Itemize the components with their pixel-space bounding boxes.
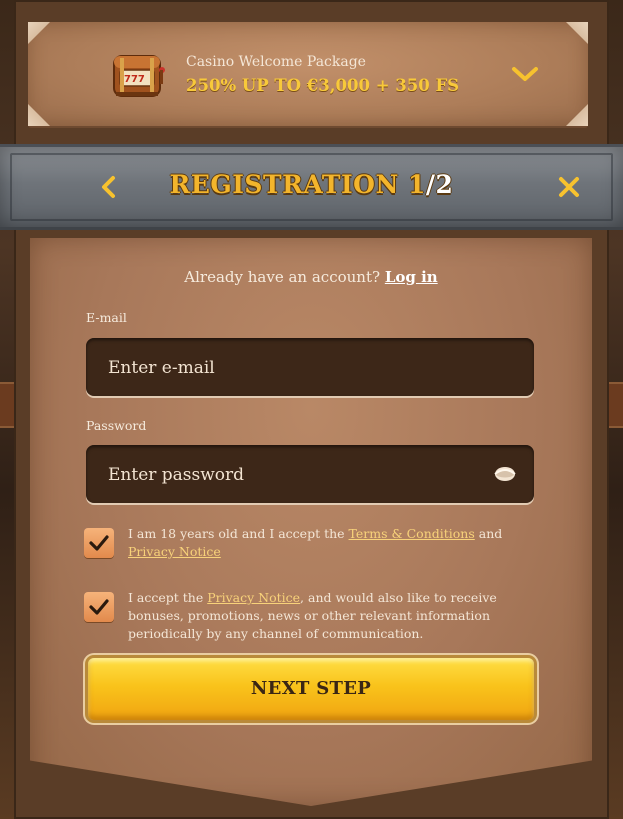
page-title: REGISTRATION 1/2	[0, 170, 623, 199]
checkmark-icon	[89, 599, 109, 615]
have-account-line: Already have an account? Log in	[30, 268, 592, 286]
terms-conditions-link[interactable]: Terms & Conditions	[349, 526, 475, 541]
paper-corner	[566, 104, 588, 126]
terms-text-mid: and	[474, 526, 503, 541]
password-field-container	[86, 445, 534, 505]
slot-chest-icon: 777	[113, 55, 165, 97]
paper-corner	[566, 22, 588, 44]
paper-corner	[28, 22, 50, 44]
promo-offer: 250% UP TO €3,000 + 350 FS	[186, 76, 460, 95]
checkmark-icon	[89, 535, 109, 551]
close-icon[interactable]	[556, 173, 582, 201]
welcome-package-banner[interactable]: 777 Casino Welcome Package 250% UP TO €3…	[28, 22, 588, 126]
chevron-down-icon[interactable]	[510, 62, 540, 86]
marketing-consent-text: I accept the Privacy Notice, and would a…	[128, 589, 548, 643]
have-account-text: Already have an account?	[184, 268, 381, 286]
page-title-text: REGISTRATION 1	[169, 170, 426, 199]
privacy-notice-link[interactable]: Privacy Notice	[128, 544, 221, 559]
terms-checkbox[interactable]	[84, 528, 114, 558]
marketing-text-start: I accept the	[128, 590, 208, 605]
registration-header: REGISTRATION 1/2	[0, 144, 623, 230]
login-link[interactable]: Log in	[385, 268, 438, 286]
password-label: Password	[86, 418, 147, 433]
terms-consent-text: I am 18 years old and I accept the Terms…	[128, 525, 548, 561]
next-step-button[interactable]: NEXT STEP	[88, 658, 534, 720]
svg-text:777: 777	[124, 74, 145, 85]
email-field-container	[86, 338, 534, 398]
marketing-checkbox[interactable]	[84, 592, 114, 622]
privacy-notice-link-2[interactable]: Privacy Notice	[207, 590, 300, 605]
email-field[interactable]	[106, 338, 490, 398]
registration-form: Already have an account? Log in E-mail P…	[30, 238, 592, 806]
eye-icon[interactable]	[494, 465, 516, 483]
password-field[interactable]	[106, 445, 490, 505]
promo-title: Casino Welcome Package	[186, 54, 366, 70]
step-indicator: /2	[425, 170, 454, 199]
email-label: E-mail	[86, 310, 127, 325]
terms-text-start: I am 18 years old and I accept the	[128, 526, 349, 541]
paper-corner	[28, 104, 50, 126]
